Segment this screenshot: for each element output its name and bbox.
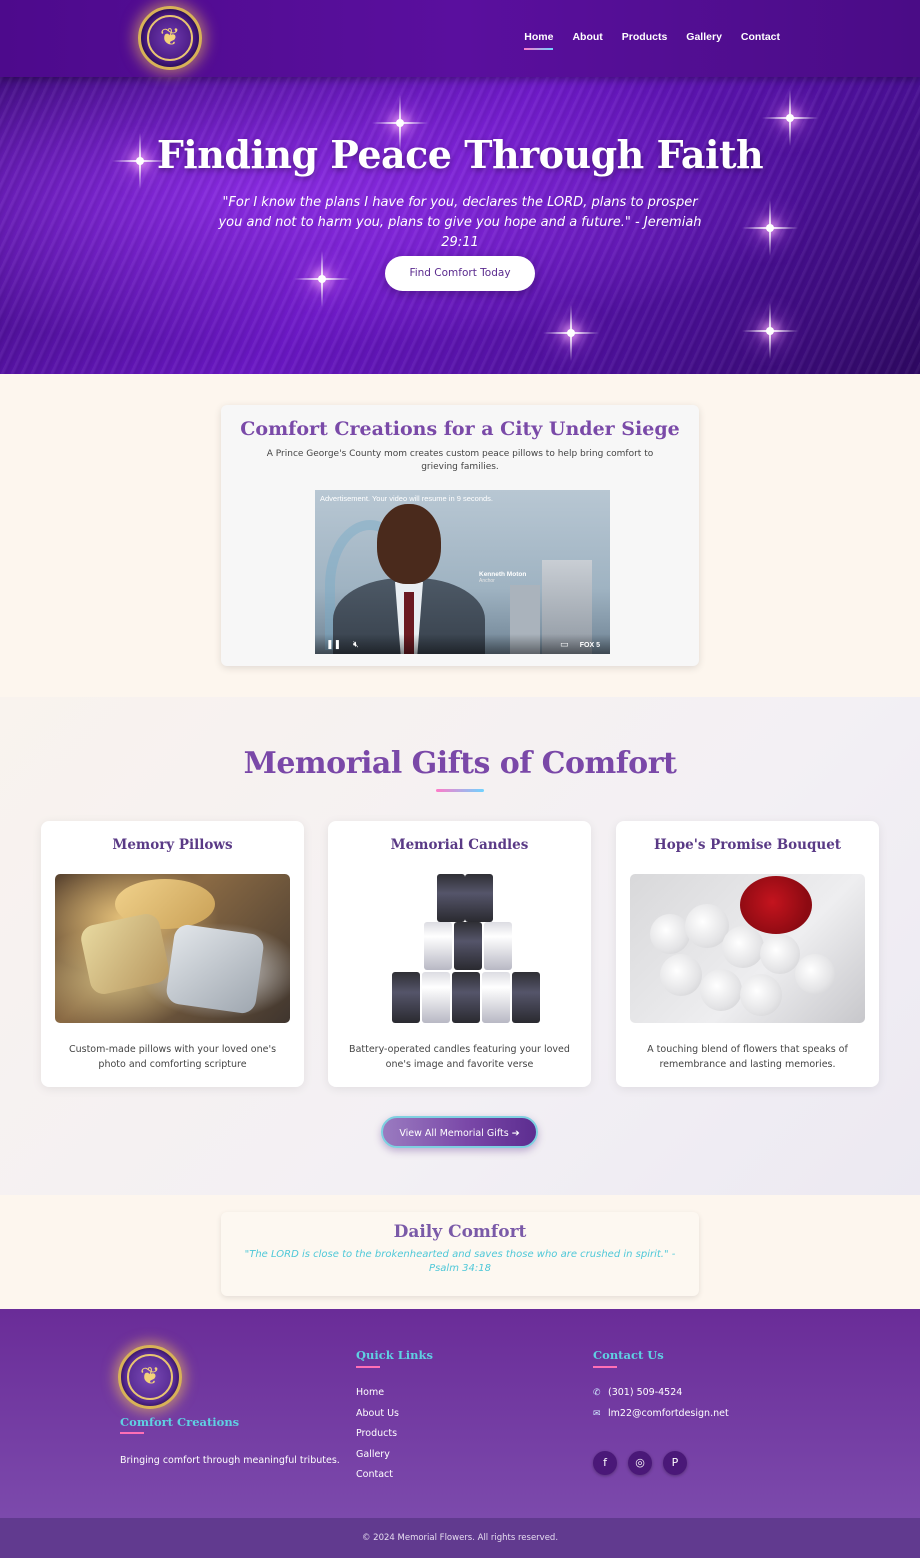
memorial-gifts-section: Memorial Gifts of Comfort Memory Pillows… [0,697,920,1195]
product-card-hopes-promise-bouquet[interactable]: Hope's Promise Bouquet A touching blend … [616,821,879,1087]
lower-third-name: Kenneth Moton [479,571,527,578]
contact-info: ✆ (301) 509-4524 ✉ lm22@comfortdesign.net [593,1387,729,1428]
news-video-player[interactable]: Advertisement. Your video will resume in… [315,490,610,654]
sparkle-decoration [294,251,350,307]
network-logo: FOX 5 [579,642,600,649]
red-rose [740,876,812,934]
card-title: Memorial Candles [390,837,529,853]
video-ad-notice: Advertisement. Your video will resume in… [320,494,494,503]
copyright-bar: © 2024 Memorial Flowers. All rights rese… [0,1518,920,1558]
dove-heart-icon: ❦ [139,1362,161,1390]
sparkle-decoration [372,95,428,151]
memorial-candles-image [342,874,577,1023]
sparkle-decoration [762,90,818,146]
daily-comfort-card: Daily Comfort "The LORD is close to the … [221,1212,699,1296]
main-nav: Home About Products Gallery Contact [524,31,780,50]
pillow-shape [164,923,266,1015]
nav-link-products[interactable]: Products [622,31,668,43]
quick-links-list: Home About Us Products Gallery Contact [356,1387,399,1490]
daily-comfort-title: Daily Comfort [393,1222,527,1242]
hero-section: Finding Peace Through Faith "For I know … [0,77,920,374]
candle-shape [484,922,512,970]
phone-number: (301) 509-4524 [608,1387,683,1398]
title-underline [436,789,484,792]
pause-icon[interactable]: ❚❚ [326,640,341,650]
site-logo-icon[interactable]: ❦ [138,6,202,70]
heading-underline [593,1366,617,1368]
feature-description: A Prince George's County mom creates cus… [266,449,654,472]
nav-link-about[interactable]: About [572,31,602,43]
hero-title: Finding Peace Through Faith [156,132,764,177]
anchor-head [377,504,441,584]
footer-link-about-us[interactable]: About Us [356,1408,399,1429]
footer-tagline: Bringing comfort through meaningful trib… [120,1455,340,1466]
view-all-gifts-button[interactable]: View All Memorial Gifts ➔ [381,1116,538,1148]
card-description: Battery-operated candles featuring your … [349,1044,570,1070]
sparkle-decoration [742,303,798,359]
white-rose [795,954,835,994]
brand-underline [120,1432,144,1434]
quick-links-heading: Quick Links [356,1348,433,1362]
top-navbar: ❦ Home About Products Gallery Contact [0,0,920,77]
footer-brand-name: Comfort Creations [120,1415,240,1429]
phone-icon: ✆ [593,1388,601,1398]
sparkle-decoration [543,305,599,361]
facebook-icon[interactable]: f [593,1451,617,1475]
captions-icon[interactable]: ▭ [560,640,569,650]
candle-shape [465,874,493,922]
candle-shape [512,972,540,1023]
feature-title: Comfort Creations for a City Under Siege [240,418,680,440]
white-rose [700,969,742,1011]
contact-email[interactable]: ✉ lm22@comfortdesign.net [593,1408,729,1429]
footer-logo-icon[interactable]: ❦ [118,1345,182,1409]
mute-icon[interactable]: 🔇︎ [353,640,359,650]
nav-link-gallery[interactable]: Gallery [686,31,722,43]
instagram-icon[interactable]: ◎ [628,1451,652,1475]
site-footer: ❦ Comfort Creations Bringing comfort thr… [0,1309,920,1518]
contact-heading: Contact Us [593,1348,664,1362]
daily-comfort-verse: "The LORD is close to the brokenhearted … [244,1249,676,1274]
card-title: Hope's Promise Bouquet [653,837,842,853]
find-comfort-button[interactable]: Find Comfort Today [385,256,535,291]
email-icon: ✉ [593,1408,601,1419]
contact-phone[interactable]: ✆ (301) 509-4524 [593,1387,729,1408]
white-rose [722,926,764,968]
hero-verse: "For I know the plans I have for you, de… [218,195,702,250]
white-rose [740,974,782,1016]
candle-shape [392,972,420,1023]
footer-link-home[interactable]: Home [356,1387,399,1408]
footer-link-products[interactable]: Products [356,1428,399,1449]
white-rose [660,954,702,996]
sparkle-decoration [742,200,798,256]
candle-shape [422,972,450,1023]
footer-link-contact[interactable]: Contact [356,1469,399,1490]
footer-link-gallery[interactable]: Gallery [356,1449,399,1470]
product-card-memorial-candles[interactable]: Memorial Candles Battery-operated candle… [328,821,591,1087]
dove-heart-icon: ❦ [159,23,181,51]
feature-card: Comfort Creations for a City Under Siege… [221,405,699,666]
card-description: Custom-made pillows with your loved one'… [68,1044,277,1070]
bouquet-image [630,874,865,1023]
pinterest-icon[interactable]: P [663,1451,687,1475]
candle-shape [454,922,482,970]
card-title: Memory Pillows [112,837,233,853]
candle-shape [424,922,452,970]
product-card-memory-pillows[interactable]: Memory Pillows Custom-made pillows with … [41,821,304,1087]
heading-underline [356,1366,380,1368]
nav-link-contact[interactable]: Contact [741,31,780,43]
pillow-shape [78,911,172,997]
white-rose [650,914,690,954]
gifts-title: Memorial Gifts of Comfort [243,746,677,781]
memory-pillows-image [55,874,290,1023]
card-description: A touching blend of flowers that speaks … [647,1044,848,1070]
white-rose [760,934,800,974]
candle-shape [482,972,510,1023]
lower-third-role: Anchor [479,578,495,584]
email-address: lm22@comfortdesign.net [608,1407,729,1419]
nav-link-home[interactable]: Home [524,31,554,50]
social-links: f ◎ P [593,1451,687,1475]
candle-shape [437,874,465,922]
candle-shape [452,972,480,1023]
